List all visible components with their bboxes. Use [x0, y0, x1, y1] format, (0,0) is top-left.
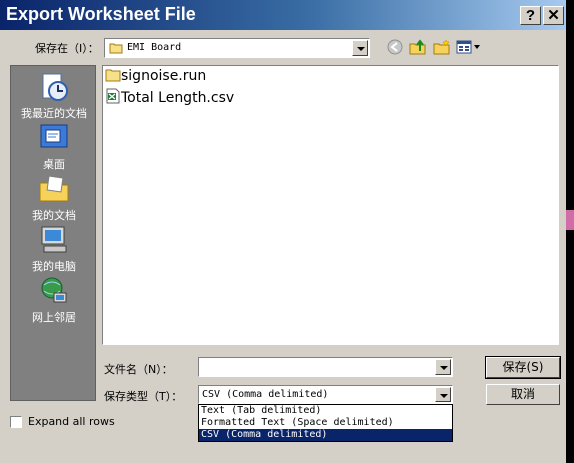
save-in-label: 保存在（I）：	[35, 42, 99, 55]
cancel-button[interactable]: 取消	[486, 384, 560, 405]
background-strip	[566, 0, 574, 463]
file-list[interactable]: signoise.run Total Length.csv	[102, 65, 559, 345]
window-title: Export Worksheet File	[6, 4, 196, 24]
new-folder-icon[interactable]	[432, 39, 452, 57]
back-icon[interactable]	[385, 39, 405, 57]
up-folder-icon[interactable]	[408, 39, 428, 57]
save-button[interactable]: 保存(S)	[485, 356, 561, 379]
my-computer-icon	[38, 224, 70, 256]
filename-input[interactable]	[198, 357, 453, 377]
help-button[interactable]: ?	[520, 6, 541, 25]
save-in-dropdown[interactable]: EMI Board	[104, 38, 370, 58]
desktop-icon	[38, 122, 70, 154]
place-my-documents[interactable]: 我的文档	[11, 173, 97, 223]
recent-docs-icon	[38, 71, 70, 103]
save-in-value: EMI Board	[127, 42, 182, 53]
filename-label: 文件名（N）：	[104, 363, 173, 376]
folder-icon	[105, 68, 121, 86]
place-my-computer[interactable]: 我的电脑	[11, 224, 97, 274]
folder-icon	[109, 42, 123, 57]
expand-all-rows-label: Expand all rows	[28, 415, 115, 428]
list-item[interactable]: signoise.run	[105, 68, 206, 86]
chevron-down-icon[interactable]	[352, 40, 368, 56]
excel-file-icon	[105, 88, 121, 108]
filetype-dropdown[interactable]: CSV (Comma delimited)	[198, 385, 453, 404]
view-menu-icon[interactable]	[456, 39, 484, 57]
filetype-option-selected[interactable]: CSV (Comma delimited)	[199, 429, 452, 441]
places-bar: 我最近的文档 桌面 我的文档 我的电脑 网上邻居	[10, 65, 96, 401]
filetype-value: CSV (Comma delimited)	[202, 389, 329, 400]
place-network[interactable]: 网上邻居	[11, 275, 97, 325]
list-item[interactable]: Total Length.csv	[105, 88, 234, 108]
filetype-label: 保存类型（T）：	[104, 390, 183, 403]
expand-all-rows-checkbox[interactable]	[10, 416, 22, 428]
chevron-down-icon[interactable]	[435, 387, 451, 402]
network-places-icon	[38, 275, 70, 307]
my-documents-icon	[38, 173, 70, 205]
chevron-down-icon[interactable]	[435, 359, 451, 375]
filetype-option[interactable]: Text (Tab delimited)	[199, 405, 452, 417]
filetype-option[interactable]: Formatted Text (Space delimited)	[199, 417, 452, 429]
filetype-options-list[interactable]: Text (Tab delimited) Formatted Text (Spa…	[198, 404, 453, 442]
place-desktop[interactable]: 桌面	[11, 122, 97, 172]
place-recent-docs[interactable]: 我最近的文档	[11, 71, 97, 121]
close-button[interactable]: ✕	[543, 6, 564, 25]
